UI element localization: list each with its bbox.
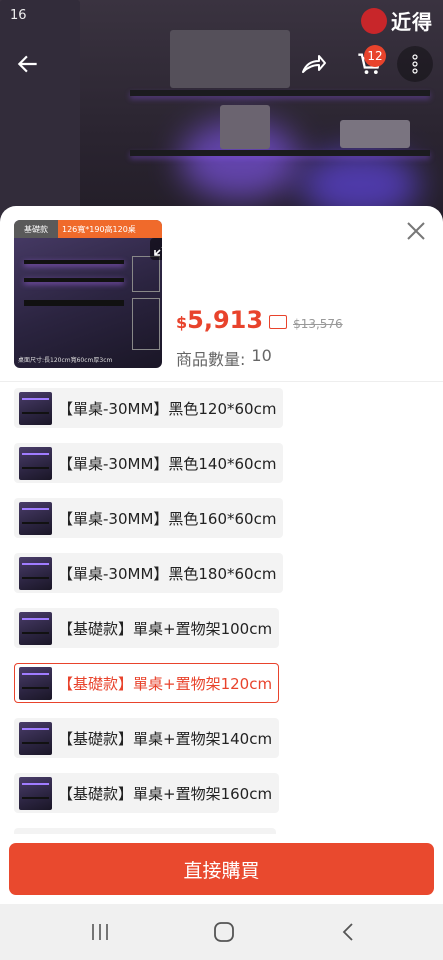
buy-bar: 直接購買 [0, 834, 443, 904]
variant-option[interactable]: 【基礎款】單桌+置物架100cm [14, 608, 280, 648]
thumb-tab-left: 基礎款 [14, 220, 58, 238]
original-price: $13,576 [293, 317, 343, 331]
share-button[interactable] [294, 44, 334, 84]
hero-shelf [130, 90, 430, 96]
nav-back-icon [342, 923, 353, 941]
variant-thumbnail [19, 391, 52, 425]
variant-label: 【單桌-30MM】黑色180*60cm [58, 564, 277, 583]
thumb-tab-right: 126寬*190高120桌 [58, 220, 162, 238]
variant-option[interactable]: 【單桌-30MM】黑色160*60cm [14, 498, 284, 538]
variant-label: 【單桌-30MM】黑色160*60cm [58, 509, 277, 528]
thumb-detail [132, 298, 160, 350]
brand-logo: 近得 [361, 6, 433, 35]
thumb-shelf [24, 278, 124, 282]
back-button[interactable] [8, 44, 48, 84]
variant-option[interactable]: 【單桌-30MM】黑色140*60cm [14, 443, 284, 483]
variant-label: 【單桌-30MM】黑色140*60cm [58, 454, 277, 473]
variant-selector-sheet: 基礎款 126寬*190高120桌 桌面尺寸:長120cm寬60cm厚3cm $… [0, 206, 443, 904]
variant-option-list[interactable]: 【單桌-30MM】黑色120*60cm 【單桌-30MM】黑色140*60cm … [0, 382, 443, 834]
variant-thumbnail [19, 556, 52, 590]
product-hero-image: 16 近得 12 [0, 0, 443, 230]
price: $5,913 $13,576 [176, 306, 343, 334]
coupon-tag-icon [269, 315, 288, 329]
product-thumbnail[interactable]: 基礎款 126寬*190高120桌 桌面尺寸:長120cm寬60cm厚3cm [14, 220, 162, 368]
hero-pc [220, 105, 270, 149]
variant-thumbnail [19, 501, 52, 535]
expand-icon [154, 242, 162, 256]
variant-thumbnail [19, 611, 52, 645]
thumb-shelf [24, 260, 124, 264]
hero-display-case [340, 120, 410, 148]
recent-apps-button[interactable] [82, 918, 118, 946]
variant-option[interactable]: 【單桌-30MM】黑色120*60cm [14, 388, 284, 428]
variant-thumbnail [19, 446, 52, 480]
status-bar-time: 16 [10, 8, 27, 23]
home-icon [214, 922, 234, 942]
quantity-value: 10 [251, 346, 272, 365]
thumb-bottom-note: 桌面尺寸:長120cm寬60cm厚3cm [18, 357, 113, 364]
recent-apps-icon [92, 924, 108, 940]
more-button[interactable] [397, 46, 433, 82]
system-nav-bar [0, 904, 443, 960]
expand-button[interactable] [150, 238, 162, 260]
share-icon [302, 55, 326, 73]
variant-label: 【基礎款】單桌+置物架100cm [58, 619, 273, 638]
close-button[interactable] [401, 216, 431, 246]
hero-shelf [130, 150, 430, 156]
close-icon [407, 222, 425, 240]
more-vertical-icon [412, 54, 418, 74]
cart-count-badge: 12 [364, 45, 386, 67]
variant-label: 【基礎款】單桌+置物架140cm [58, 729, 273, 748]
thumb-desk [24, 300, 124, 306]
price-amount: 5,913 [187, 306, 264, 334]
variant-thumbnail [19, 666, 52, 700]
variant-thumbnail [19, 776, 52, 810]
variant-option[interactable]: 【基礎款】單桌+置物架160cm [14, 773, 280, 813]
back-arrow-icon [17, 55, 37, 73]
variant-option[interactable]: 【單桌-30MM】黑色180*60cm [14, 553, 284, 593]
variant-option[interactable]: 【基礎款】單桌+置物架140cm [14, 718, 280, 758]
brand-name: 近得 [391, 10, 433, 34]
hero-books [170, 30, 290, 88]
brand-seal-icon [361, 7, 387, 34]
variant-thumbnail [19, 721, 52, 755]
variant-label: 【單桌-30MM】黑色120*60cm [58, 399, 277, 418]
hero-curtain [0, 0, 80, 230]
buy-now-button[interactable]: 直接購買 [9, 843, 434, 895]
quantity: 商品數量: 10 [176, 346, 272, 370]
variant-label: 【基礎款】單桌+置物架120cm [58, 674, 273, 693]
home-button[interactable] [206, 918, 242, 946]
price-currency: $ [176, 313, 188, 332]
variant-option-selected[interactable]: 【基礎款】單桌+置物架120cm [14, 663, 280, 703]
variant-label: 【基礎款】單桌+置物架160cm [58, 784, 273, 803]
nav-back-button[interactable] [330, 918, 366, 946]
quantity-label: 商品數量: [176, 350, 246, 369]
thumb-detail [132, 256, 160, 292]
